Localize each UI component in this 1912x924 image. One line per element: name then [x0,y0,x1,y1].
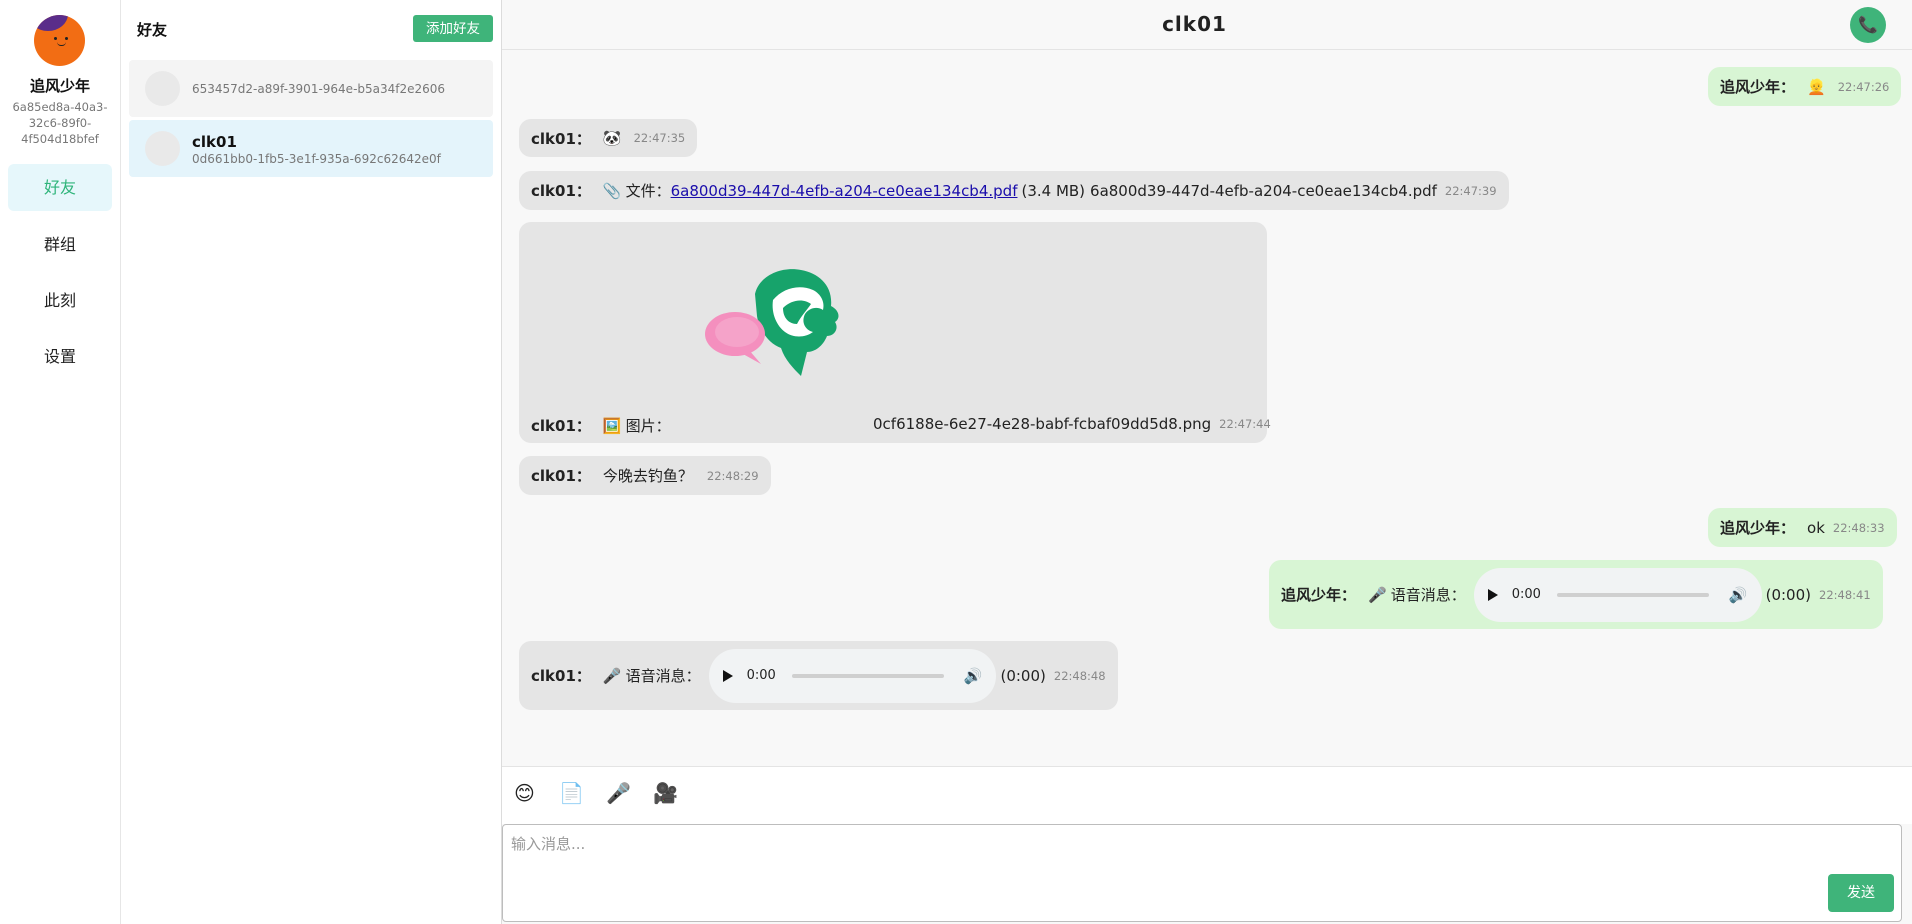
message-sender: 追风少年： [1720,519,1796,537]
paperclip-icon: 📎 [602,181,622,200]
add-friend-button[interactable]: 添加好友 [413,15,493,42]
friends-title: 好友 [137,21,168,39]
message-sender: 追风少年： [1281,586,1357,604]
message-bubble-voice-outgoing: 追风少年： 🎤 语音消息： 0:00 🔊 (0:00) 22:48:41 [1269,560,1883,629]
nav-item-settings[interactable]: 设置 [8,333,112,380]
user-id: 6a85ed8a-40a3-32c6-89f0-4f504d18bfef [12,100,108,146]
lion-chat-logo-image[interactable] [697,264,847,384]
message-time: 22:48:41 [1819,587,1871,602]
microphone-icon: 🎤 [602,666,622,685]
message-time: 22:47:39 [1444,183,1497,198]
emoji-picker-icon[interactable]: 😊 [514,781,535,805]
video-call-icon[interactable]: 🎥 [653,781,678,805]
image-filename: 0cf6188e-6e27-4e28-babf-fcbaf09dd5d8.png [873,415,1212,433]
message-time: 22:47:35 [633,131,686,145]
audio-current-time: 0:00 [1511,587,1541,602]
message-time: 22:47:44 [1219,417,1271,431]
message-sender: clk01： [531,467,591,485]
phone-call-button[interactable]: 📞 [1850,7,1886,43]
message-bubble-incoming: clk01： 🐼 22:47:35 [519,119,698,157]
volume-icon[interactable]: 🔊 [1729,586,1748,604]
emoji-icon: 👱 [1807,77,1826,96]
nav-item-friends[interactable]: 好友 [8,164,112,211]
message-sender: clk01： [531,129,591,148]
file-download-link[interactable]: 6a800d39-447d-4efb-a204-ce0eae134cb4.pdf [671,182,1018,200]
message-input[interactable] [503,825,1901,921]
audio-seek-slider[interactable] [791,673,944,678]
play-icon[interactable] [722,669,733,682]
message-bubble-file: clk01： 📎 文件： 6a800d39-447d-4efb-a204-ce0… [519,171,1509,210]
left-nav: 追风少年 6a85ed8a-40a3-32c6-89f0-4f504d18bfe… [0,0,121,924]
message-time: 22:48:48 [1053,668,1106,683]
voice-label: 语音消息： [1390,586,1466,604]
audio-current-time: 0:00 [746,668,776,683]
message-sender: clk01： [531,182,591,200]
message-bubble-outgoing: 追风少年： ok 22:48:33 [1708,508,1897,547]
phone-icon: 📞 [1858,15,1878,34]
nav-item-moments[interactable]: 此刻 [8,277,112,324]
volume-icon[interactable]: 🔊 [964,667,983,685]
friends-panel: 好友 添加好友 653457d2-a89f-3901-964e-b5a34f2e… [121,0,502,924]
play-icon[interactable] [1487,588,1498,601]
compose-toolbar: 😊 📄 🎤 🎥 [502,766,1912,824]
voice-label: 语音消息： [625,667,701,685]
voice-record-icon[interactable]: 🎤 [606,781,631,805]
user-name: 追风少年 [29,77,90,95]
friend-id: 0d661bb0-1fb5-3e1f-935a-692c62642e0f [192,152,441,166]
friend-name: clk01 [192,133,237,151]
friend-avatar [145,131,180,166]
file-name: 6a800d39-447d-4efb-a204-ce0eae134cb4.pdf [1090,181,1437,200]
message-time: 22:48:29 [706,468,759,483]
chat-panel: clk01 📞 追风少年： 👱 22:47:26 clk01： 🐼 22:47:… [502,0,1912,924]
send-button[interactable]: 发送 [1828,874,1894,912]
message-sender: clk01： [531,417,591,435]
message-sender: 追风少年： [1720,78,1796,96]
message-bubble-image: clk01： 🖼️ 图片： 0cf6188e-6e27-4e28-babf-fc… [519,222,1271,443]
message-input-box [502,824,1902,922]
friend-item-selected[interactable]: clk01 0d661bb0-1fb5-3e1f-935a-692c62642e… [129,120,493,177]
image-label: 图片： [625,417,671,435]
microphone-icon: 🎤 [1368,585,1387,604]
audio-seek-slider[interactable] [1556,592,1709,597]
message-text: ok [1807,518,1825,537]
voice-duration: (0:00) [1000,666,1046,685]
friend-item[interactable]: 653457d2-a89f-3901-964e-b5a34f2e2606 [129,60,493,117]
panda-emoji-icon: 🐼 [602,129,622,147]
message-text: 今晚去钓鱼？ [602,467,693,485]
chat-title: clk01 [1162,12,1227,36]
message-sender: clk01： [531,667,591,685]
message-bubble-outgoing: 追风少年： 👱 22:47:26 [1708,67,1902,106]
message-bubble-voice-incoming: clk01： 🎤 语音消息： 0:00 🔊 (0:00) 22:48:48 [519,641,1118,710]
nav-item-groups[interactable]: 群组 [8,221,112,268]
friend-id: 653457d2-a89f-3901-964e-b5a34f2e2606 [192,82,446,96]
file-label: 文件： [625,182,671,200]
image-icon: 🖼️ [602,416,622,435]
message-time: 22:47:26 [1837,79,1890,94]
friend-avatar [145,71,180,106]
file-upload-icon[interactable]: 📄 [559,781,584,805]
voice-duration: (0:00) [1765,585,1811,604]
file-size: (3.4 MB) [1021,181,1086,200]
user-avatar[interactable] [34,15,85,66]
audio-player: 0:00 🔊 [1473,567,1762,622]
message-bubble-incoming: clk01： 今晚去钓鱼？ 22:48:29 [519,456,771,495]
chat-header: clk01 📞 [502,0,1912,50]
message-time: 22:48:33 [1832,520,1885,535]
audio-player: 0:00 🔊 [708,648,997,703]
